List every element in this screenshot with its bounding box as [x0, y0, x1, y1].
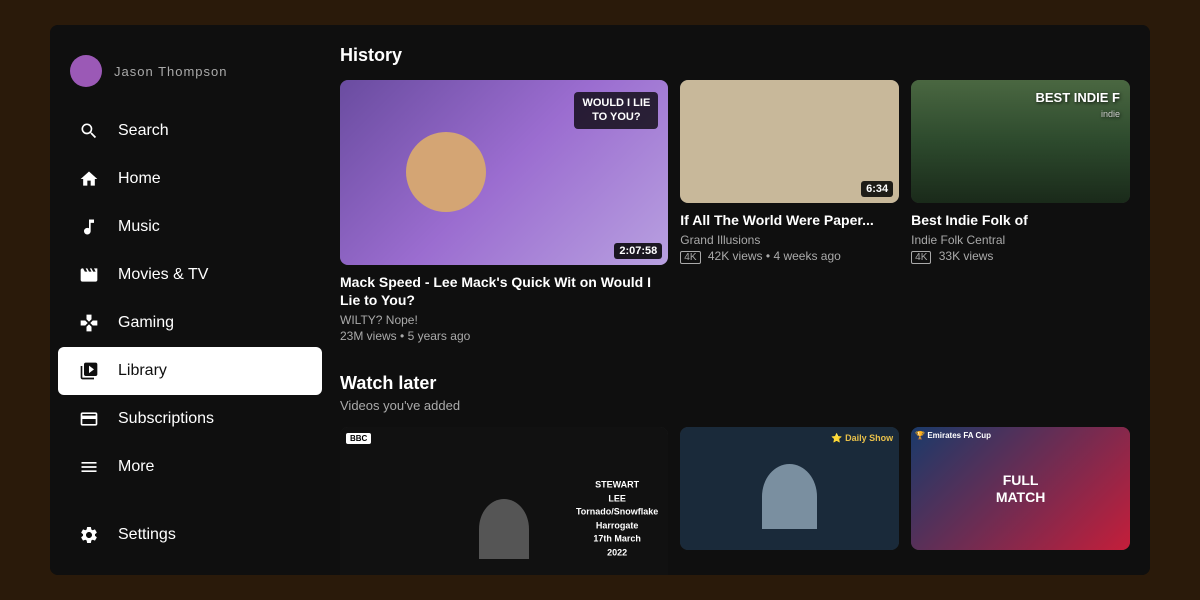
home-icon	[78, 169, 100, 189]
video-meta: 4K 42K views • 4 weeks ago	[680, 249, 899, 264]
thumbnail-wilty: WOULD I LIETO YOU? 2:07:58	[340, 80, 668, 265]
sidebar-item-settings[interactable]: Settings	[58, 511, 322, 555]
video-channel: Indie Folk Central	[911, 233, 1130, 247]
duration-badge: 6:34	[861, 181, 893, 197]
stewart-text: STEWARTLEETornado/SnowflakeHarrogate17th…	[576, 479, 658, 560]
thumbnail-indie: BEST INDIE Findie	[911, 80, 1130, 203]
sidebar-item-gaming[interactable]: Gaming	[58, 299, 322, 347]
sidebar-item-music[interactable]: Music	[58, 203, 322, 251]
video-card-paper[interactable]: 6:34 If All The World Were Paper... Gran…	[680, 80, 899, 343]
user-profile[interactable]: Jason Thompson	[50, 45, 330, 107]
fa-text: FULLMATCH	[996, 472, 1046, 506]
thumb-overlay-text: WOULD I LIETO YOU?	[574, 92, 658, 129]
avatar	[70, 55, 102, 87]
sidebar-item-label: Search	[118, 122, 169, 140]
bbc-logo: BBC	[346, 433, 371, 444]
gaming-icon	[78, 313, 100, 333]
main-content: History WOULD I LIETO YOU? 2:07:58 Mack …	[330, 25, 1150, 575]
watchlater-section: Watch later Videos you've added BBC STEW…	[340, 373, 1130, 575]
video-card-fa[interactable]: 🏆 Emirates FA Cup FULLMATCH	[911, 427, 1130, 575]
library-icon	[78, 361, 100, 381]
subscriptions-icon	[78, 409, 100, 429]
daily-show-logo: ⭐ Daily Show	[831, 433, 893, 444]
fa-cup-logo: 🏆 Emirates FA Cup	[915, 431, 991, 440]
sidebar-item-label: Subscriptions	[118, 410, 214, 428]
sidebar-item-home[interactable]: Home	[58, 155, 322, 203]
sidebar-item-label: Home	[118, 170, 161, 188]
sidebar-item-label: Settings	[118, 526, 176, 544]
duration-badge: 2:07:58	[614, 243, 662, 259]
video-channel: WILTY? Nope!	[340, 313, 668, 327]
settings-icon	[78, 525, 100, 545]
sidebar-item-label: Gaming	[118, 314, 174, 332]
video-card-daily[interactable]: ⭐ Daily Show	[680, 427, 899, 575]
video-title: Best Indie Folk of	[911, 211, 1130, 229]
video-title: Mack Speed - Lee Mack's Quick Wit on Wou…	[340, 273, 668, 309]
video-title: If All The World Were Paper...	[680, 211, 899, 229]
search-icon	[78, 121, 100, 141]
thumbnail-daily: ⭐ Daily Show	[680, 427, 899, 550]
sidebar-item-label: More	[118, 458, 154, 476]
watchlater-video-row: BBC STEWARTLEETornado/SnowflakeHarrogate…	[340, 427, 1130, 575]
thumbnail-fa: 🏆 Emirates FA Cup FULLMATCH	[911, 427, 1130, 550]
history-video-row: WOULD I LIETO YOU? 2:07:58 Mack Speed - …	[340, 80, 1130, 343]
movies-icon	[78, 265, 100, 285]
sidebar-item-label: Movies & TV	[118, 266, 208, 284]
sidebar-item-movies[interactable]: Movies & TV	[58, 251, 322, 299]
sidebar-item-label: Library	[118, 362, 167, 380]
sidebar: Jason Thompson Search Home	[50, 25, 330, 575]
video-card-wilty[interactable]: WOULD I LIETO YOU? 2:07:58 Mack Speed - …	[340, 80, 668, 343]
video-meta: 23M views • 5 years ago	[340, 329, 668, 343]
music-icon	[78, 217, 100, 237]
tv-screen: Jason Thompson Search Home	[50, 25, 1150, 575]
sidebar-item-library[interactable]: Library	[58, 347, 322, 395]
sidebar-item-search[interactable]: Search	[58, 107, 322, 155]
watchlater-title: Watch later	[340, 373, 1130, 394]
video-channel: Grand Illusions	[680, 233, 899, 247]
thumbnail-stewart: BBC STEWARTLEETornado/SnowflakeHarrogate…	[340, 427, 668, 575]
video-card-stewart[interactable]: BBC STEWARTLEETornado/SnowflakeHarrogate…	[340, 427, 668, 575]
history-section: History WOULD I LIETO YOU? 2:07:58 Mack …	[340, 45, 1130, 343]
watchlater-subtitle: Videos you've added	[340, 398, 1130, 413]
history-title: History	[340, 45, 1130, 66]
username: Jason Thompson	[114, 64, 228, 79]
quality-badge: 4K	[911, 251, 931, 264]
more-icon	[78, 457, 100, 477]
video-card-indie[interactable]: BEST INDIE Findie Best Indie Folk of Ind…	[911, 80, 1130, 343]
quality-badge: 4K	[680, 251, 700, 264]
sidebar-item-label: Music	[118, 218, 160, 236]
sidebar-item-more[interactable]: More	[58, 443, 322, 491]
video-meta: 4K 33K views	[911, 249, 1130, 264]
nav-items: Search Home Music Movie	[50, 107, 330, 511]
thumbnail-paper: 6:34	[680, 80, 899, 203]
indie-thumb-text: BEST INDIE Findie	[1035, 90, 1120, 120]
sidebar-item-subscriptions[interactable]: Subscriptions	[58, 395, 322, 443]
